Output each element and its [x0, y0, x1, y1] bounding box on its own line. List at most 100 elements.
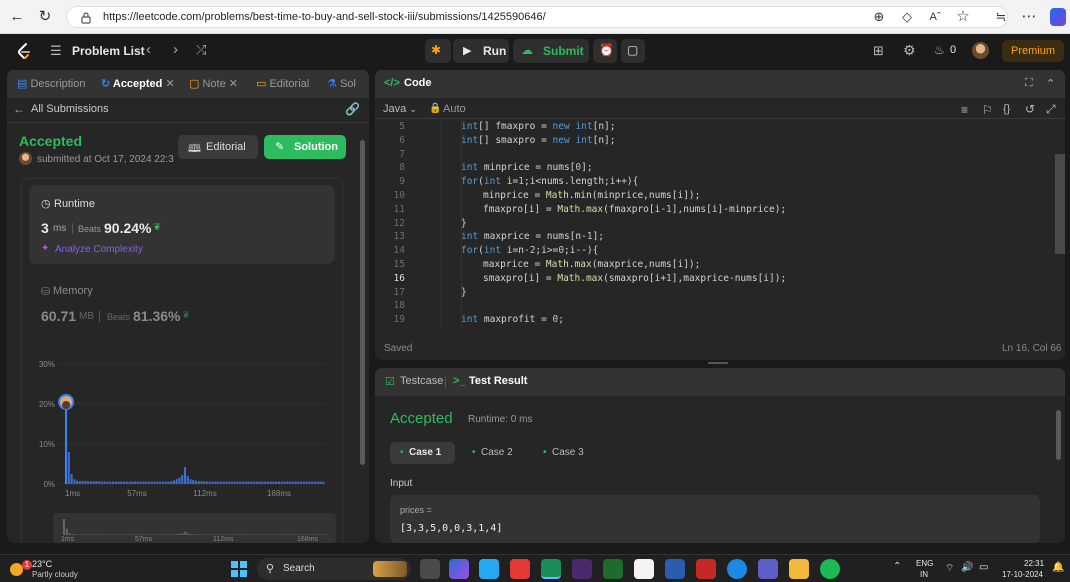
pycharm-icon[interactable]	[603, 559, 623, 579]
wifi-icon[interactable]: ⌔	[945, 562, 954, 575]
teams-icon[interactable]	[758, 559, 778, 579]
code-editor[interactable]: 5 int[] fmaxpro = new int[n]; 6 int[] smaxp…	[375, 120, 1055, 330]
back-arrow-icon[interactable]: ←	[13, 102, 25, 116]
app-store-icon[interactable]	[665, 559, 685, 579]
debug-button[interactable]: ✱	[425, 39, 451, 63]
auto-mode-label[interactable]: Auto	[443, 103, 466, 115]
code-line: int[] smaxpro = new int[n];	[461, 134, 616, 146]
format-icon[interactable]: ≡	[961, 103, 968, 117]
language-eng[interactable]: ENG	[916, 559, 933, 568]
code-scrollbar[interactable]	[1055, 154, 1065, 254]
extension-icon[interactable]: ◇	[898, 8, 916, 26]
indent-guide	[441, 120, 442, 330]
leetcode-topbar: ☰ Problem List ‹ › ⤮ ✱ ▶ Run ☁ Submit ⏰ …	[0, 34, 1070, 68]
runtime-distribution-chart[interactable]: 30% 20% 10% 0% 1ms 57ms 112ms 168ms	[27, 352, 337, 510]
left-scrollbar[interactable]	[360, 140, 365, 465]
language-in[interactable]: IN	[920, 570, 928, 579]
read-aloud-icon[interactable]: Aˆ	[926, 8, 944, 26]
vscode-icon[interactable]	[479, 559, 499, 579]
chart-bar	[136, 481, 139, 484]
taskbar-search[interactable]: ⚲ Search	[257, 558, 411, 580]
runtime-card[interactable]: ◷ Runtime 3 ms Beats 90.24% ❦ ✦ Analyze …	[29, 185, 335, 264]
language-select[interactable]: Java ⌄	[383, 103, 417, 115]
result-runtime: Runtime: 0 ms	[468, 414, 533, 425]
case-3-tab[interactable]: Case 3	[552, 447, 584, 458]
chart-bar	[283, 481, 286, 484]
maximize-icon[interactable]: ⛶	[1025, 77, 1033, 90]
windows-start-icon[interactable]	[231, 561, 247, 577]
tab-accepted[interactable]: ↻ Accepted ✕	[101, 77, 175, 90]
braces-icon[interactable]: {}	[1003, 103, 1010, 115]
runtime-value: 3	[41, 220, 49, 236]
case-1-tab[interactable]: • Case 1	[390, 442, 455, 464]
leetcode-logo-icon[interactable]	[16, 42, 32, 60]
tab-description[interactable]: ▤ Description	[17, 77, 86, 90]
clock-date[interactable]: 17-10-2024	[1002, 570, 1043, 579]
copilot-icon[interactable]	[1050, 8, 1066, 26]
cortana-icon[interactable]	[727, 559, 747, 579]
copilot-taskbar-icon[interactable]	[449, 559, 469, 579]
zoom-icon[interactable]: ⊕	[870, 8, 888, 26]
back-icon[interactable]: ←	[8, 8, 26, 26]
reset-icon[interactable]: ↺	[1025, 102, 1035, 116]
mini-bar	[232, 534, 235, 535]
youtube-icon[interactable]	[510, 559, 530, 579]
weather-icon[interactable]: 1	[8, 560, 32, 578]
bookmark-icon[interactable]: ⚐	[982, 103, 993, 117]
problem-list-link[interactable]: Problem List	[72, 44, 145, 58]
battery-icon[interactable]: ▭	[979, 562, 988, 573]
result-scrollbar[interactable]	[1056, 410, 1061, 460]
intellij-icon[interactable]	[572, 559, 592, 579]
mini-bar	[68, 533, 71, 535]
avatar[interactable]	[972, 42, 989, 59]
chrome-icon[interactable]	[634, 559, 654, 579]
next-problem-icon[interactable]: ›	[173, 41, 178, 58]
expand-icon[interactable]: ⤢	[1046, 102, 1056, 117]
tray-chevron-icon[interactable]: ⌃	[893, 561, 901, 572]
task-view-icon[interactable]	[420, 559, 440, 579]
file-explorer-icon[interactable]	[789, 559, 809, 579]
shuffle-icon[interactable]: ⤮	[196, 42, 206, 58]
prev-problem-icon[interactable]: ‹	[146, 41, 151, 58]
submit-button[interactable]: ☁ Submit	[513, 39, 589, 63]
notes-button[interactable]: ▢	[621, 39, 645, 63]
share-link-icon[interactable]: 🔗	[345, 102, 360, 116]
premium-button[interactable]: Premium	[1002, 40, 1064, 62]
volume-icon[interactable]: 🔊	[961, 562, 973, 573]
collapse-icon[interactable]: ⌃	[1046, 77, 1055, 90]
mini-bar	[223, 534, 226, 535]
tab-testcase[interactable]: Testcase	[400, 375, 443, 387]
settings-gear-icon[interactable]: ⚙	[903, 42, 916, 59]
case-2-tab[interactable]: Case 2	[481, 447, 513, 458]
timer-button[interactable]: ⏰	[593, 39, 617, 63]
run-button[interactable]: ▶ Run	[453, 39, 509, 63]
chart-bar	[195, 480, 198, 484]
address-bar[interactable]: https://leetcode.com/problems/best-time-…	[66, 6, 1008, 28]
mini-bar	[139, 534, 142, 535]
chart-bar	[100, 481, 104, 484]
tab-solutions[interactable]: ⚗ Sol	[327, 77, 356, 90]
resize-handle[interactable]	[708, 362, 728, 364]
solution-button[interactable]: ✎ Solution	[264, 135, 346, 159]
tab-editorial[interactable]: ▭ Editorial	[256, 77, 309, 90]
all-submissions-link[interactable]: All Submissions	[31, 103, 109, 115]
mcafee-icon[interactable]	[696, 559, 716, 579]
streak-count[interactable]: 0	[950, 44, 956, 56]
chart-bar	[228, 481, 231, 484]
edge-icon[interactable]	[541, 559, 561, 579]
spotify-icon[interactable]	[820, 559, 840, 579]
favorite-star-icon[interactable]: ☆	[954, 8, 972, 26]
layout-grid-icon[interactable]: ⊞	[873, 43, 884, 59]
tab-note[interactable]: ▢ Note ✕	[189, 77, 238, 90]
tab-test-result[interactable]: Test Result	[469, 375, 527, 387]
favorites-icon[interactable]: ≒	[992, 8, 1010, 26]
notifications-bell-icon[interactable]: 🔔	[1052, 562, 1064, 573]
mini-bar	[187, 533, 190, 535]
refresh-icon[interactable]: ↻	[36, 8, 54, 26]
clock-time[interactable]: 22:31	[1024, 559, 1044, 568]
editorial-button[interactable]: 🕮 Editorial	[178, 135, 258, 159]
memory-value: 60.71	[41, 308, 77, 324]
chart-bar	[311, 481, 314, 484]
analyze-complexity-link[interactable]: Analyze Complexity	[55, 244, 143, 255]
more-menu-icon[interactable]: ⋯	[1020, 8, 1038, 26]
